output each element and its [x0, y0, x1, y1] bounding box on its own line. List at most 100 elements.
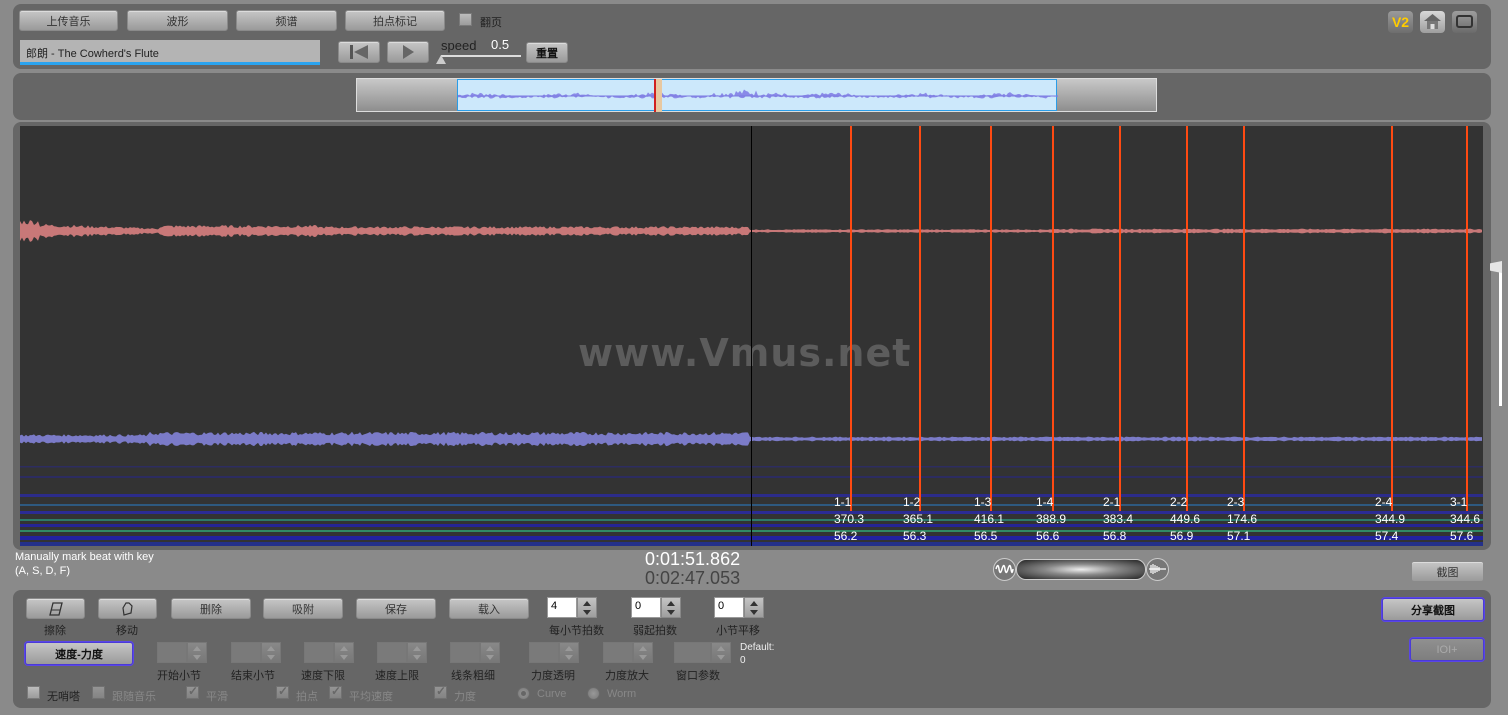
window-param-label: 窗口参数 — [676, 670, 720, 682]
beat-marker-line[interactable] — [1052, 126, 1054, 511]
ioi-button[interactable]: IOI+ — [1410, 638, 1484, 661]
avg-tempo-checkbox[interactable] — [329, 684, 342, 699]
beat-time: 56.6 — [1036, 529, 1060, 543]
beat-marker-line[interactable] — [850, 126, 852, 511]
beat-label: 2-3 174.6 57.1 — [1227, 494, 1257, 545]
dynamics-opacity-label: 力度透明 — [531, 670, 575, 682]
beats-per-bar-stepper[interactable]: 4 — [547, 597, 597, 618]
tempo-min-stepper[interactable] — [304, 642, 354, 663]
beat-time: 57.1 — [1227, 529, 1251, 543]
line-width-label: 线条粗细 — [451, 670, 495, 682]
beat-tempo: 344.6 — [1450, 512, 1481, 526]
beat-marker-line[interactable] — [1466, 126, 1468, 511]
beat-marker-line[interactable] — [1186, 126, 1188, 511]
follow-music-checkbox[interactable] — [92, 686, 105, 699]
song-title-field[interactable]: 郎朗 - The Cowherd's Flute — [20, 40, 320, 65]
home-icon[interactable] — [1420, 11, 1445, 33]
play-button[interactable] — [387, 41, 429, 63]
window-param-stepper[interactable] — [674, 642, 731, 663]
end-bar-label: 结束小节 — [231, 670, 275, 682]
speed-slider-thumb[interactable] — [436, 55, 446, 64]
vertical-zoom-slider[interactable] — [1499, 264, 1502, 406]
save-button[interactable]: 保存 — [356, 598, 436, 619]
watermark: www.Vmus.net — [578, 331, 912, 375]
beats-per-bar-input[interactable]: 4 — [547, 597, 577, 618]
erase-label: 擦除 — [44, 625, 66, 637]
snap-button[interactable]: 吸附 — [263, 598, 343, 619]
bar-shift-input[interactable]: 0 — [714, 597, 744, 618]
rewind-button[interactable] — [338, 41, 380, 63]
zoom-in-wave-icon[interactable] — [1146, 558, 1169, 581]
reset-speed-button[interactable]: 重置 — [526, 42, 568, 63]
beats-per-bar-label: 每小节拍数 — [549, 625, 604, 637]
worm-radio[interactable] — [587, 687, 600, 700]
no-whistle-checkbox[interactable] — [27, 686, 40, 699]
waveform-view[interactable]: www.Vmus.net 1-1 370.3 56.2 1-2 365.1 56.3 1-3… — [20, 126, 1483, 546]
hint-line2: (A, S, D, F) — [15, 565, 70, 577]
beat-tempo: 365.1 — [903, 512, 934, 526]
v2-icon[interactable]: V2 — [1388, 11, 1413, 33]
beat-tempo: 383.4 — [1103, 512, 1134, 526]
zoom-out-wave-icon[interactable] — [993, 558, 1016, 581]
fullscreen-icon[interactable] — [1452, 11, 1477, 33]
beat-tempo: 370.3 — [834, 512, 865, 526]
pickup-input[interactable]: 0 — [631, 597, 661, 618]
total-time: 0:02:47.053 — [645, 568, 741, 588]
play-icon — [403, 45, 414, 59]
default-label: Default: — [740, 642, 775, 653]
bar-shift-stepper[interactable]: 0 — [714, 597, 764, 618]
end-bar-stepper[interactable] — [231, 642, 281, 663]
erase-button[interactable] — [26, 598, 85, 619]
move-button[interactable] — [98, 598, 157, 619]
bar-shift-arrows[interactable] — [744, 597, 764, 618]
speed-slider-track[interactable] — [441, 55, 521, 57]
beat-time: 56.3 — [903, 529, 927, 543]
share-screenshot-button[interactable]: 分享截图 — [1382, 598, 1484, 621]
skip-back-icon — [350, 45, 368, 59]
beat-label: 2-1 — [1103, 495, 1121, 509]
waveform-button[interactable]: 波形 — [127, 10, 228, 31]
beat-time: 56.5 — [974, 529, 998, 543]
beat-time: 57.6 — [1450, 529, 1474, 543]
overview-window[interactable] — [457, 79, 1058, 111]
start-bar-stepper[interactable] — [157, 642, 207, 663]
upload-music-button[interactable]: 上传音乐 — [19, 10, 118, 31]
beat-time: 56.2 — [834, 529, 858, 543]
overview-playhead[interactable] — [654, 79, 662, 112]
worm-label: Worm — [607, 688, 637, 700]
beat-marker-line[interactable] — [919, 126, 921, 511]
beat-mark-button[interactable]: 拍点标记 — [345, 10, 445, 31]
pickup-arrows[interactable] — [661, 597, 681, 618]
tempo-dynamics-button[interactable]: 速度-力度 — [25, 642, 133, 665]
beat-marker-line[interactable] — [1243, 126, 1245, 511]
dynamics-label: 力度 — [454, 691, 476, 703]
beats-per-bar-arrows[interactable] — [577, 597, 597, 618]
curve-radio[interactable] — [517, 687, 530, 700]
hint-line1: Manually mark beat with key — [15, 551, 154, 563]
overview-wave-path — [458, 89, 1058, 99]
page-flip-checkbox[interactable] — [459, 13, 472, 26]
beat-time: 56.9 — [1170, 529, 1194, 543]
horizontal-zoom-slider[interactable] — [1016, 559, 1146, 580]
delete-button[interactable]: 删除 — [171, 598, 251, 619]
load-button[interactable]: 载入 — [449, 598, 529, 619]
dynamics-zoom-label: 力度放大 — [605, 670, 649, 682]
beat-marker-line[interactable] — [990, 126, 992, 511]
spectrum-button[interactable]: 频谱 — [236, 10, 337, 31]
beat-label: 1-1 — [834, 495, 852, 509]
dynamics-opacity-stepper[interactable] — [529, 642, 579, 663]
beat-marker-line[interactable] — [1119, 126, 1121, 511]
vertical-zoom-thumb[interactable] — [1490, 261, 1502, 273]
beat-tempo: 388.9 — [1036, 512, 1067, 526]
beat-point-label: 拍点 — [296, 691, 318, 703]
dynamics-zoom-stepper[interactable] — [603, 642, 653, 663]
beat-marker-line[interactable] — [1391, 126, 1393, 511]
line-width-stepper[interactable] — [450, 642, 500, 663]
beat-label: 1-4 — [1036, 495, 1054, 509]
dynamics-checkbox[interactable] — [434, 684, 447, 699]
screenshot-button[interactable]: 截图 — [1411, 561, 1484, 582]
smooth-checkbox[interactable] — [186, 684, 199, 699]
pickup-stepper[interactable]: 0 — [631, 597, 681, 618]
tempo-max-stepper[interactable] — [377, 642, 427, 663]
beat-point-checkbox[interactable] — [276, 684, 289, 699]
